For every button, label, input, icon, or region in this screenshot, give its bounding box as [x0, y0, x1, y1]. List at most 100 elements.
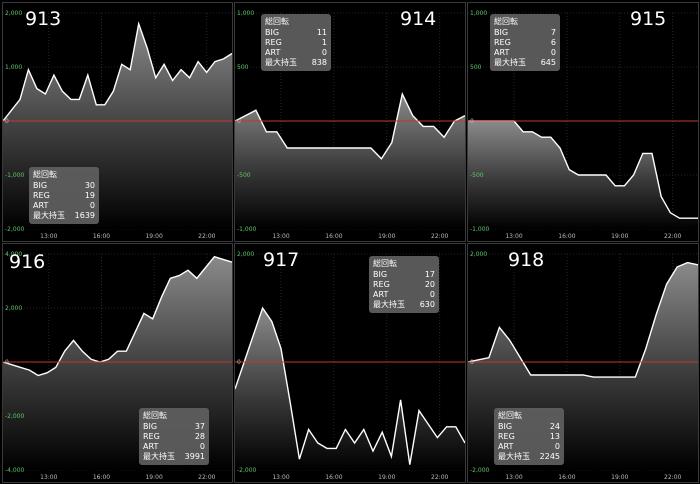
stats-value: 24: [549, 422, 560, 431]
y-tick-label: -2,000: [5, 413, 25, 420]
machine-number: 917: [263, 249, 300, 271]
x-tick-label: 13:00: [272, 233, 289, 240]
stats-row: BIG 17: [373, 270, 435, 280]
y-tick-label: -1,000: [5, 172, 25, 179]
x-tick-label: 19:00: [611, 474, 628, 481]
stats-value: 11: [316, 28, 327, 37]
x-tick-label: 16:00: [325, 233, 342, 240]
x-tick-label: 13:00: [505, 233, 522, 240]
stats-row: ART 0: [373, 290, 435, 300]
machine-number: 914: [400, 8, 437, 30]
y-tick-label: 0: [470, 359, 474, 366]
stats-label: 最大持玉: [33, 211, 65, 220]
x-tick-label: 13:00: [40, 474, 57, 481]
stats-box: 総回転 BIG 11 REG 1 ART 0 最大持玉 838: [261, 14, 331, 71]
stats-row: ART 0: [494, 48, 556, 58]
chart-panel-914[interactable]: 1,000 500 0 -500 -1,000 13:00 16:00 19:00 22:00 9…: [234, 2, 466, 242]
stats-label: 最大持玉: [143, 452, 175, 461]
stats-value: 838: [311, 58, 327, 67]
stats-row: 最大持玉 1639: [33, 211, 95, 221]
stats-box: 総回転 BIG 37 REG 28 ART 0 最大持玉 3991: [139, 408, 209, 465]
x-tick-label: 13:00: [505, 474, 522, 481]
y-tick-label: -1,000: [237, 226, 257, 233]
y-tick-label: -2,000: [237, 467, 257, 474]
y-tick-label: 500: [470, 64, 482, 71]
stats-row: REG 19: [33, 191, 95, 201]
stats-value: 37: [194, 422, 205, 431]
stats-value: 13: [549, 432, 560, 441]
stats-label: 最大持玉: [494, 58, 526, 67]
stats-header: 総回転: [265, 17, 289, 26]
stats-label: BIG: [265, 28, 280, 37]
stats-label: BIG: [143, 422, 158, 431]
stats-box: 総回転 BIG 17 REG 20 ART 0 最大持玉 630: [369, 256, 439, 313]
stats-label: BIG: [494, 28, 509, 37]
stats-box: 総回転 BIG 24 REG 13 ART 0 最大持玉 2245: [494, 408, 564, 465]
stats-row: BIG 30: [33, 181, 95, 191]
stats-value: 1: [321, 38, 327, 47]
chart-panel-917[interactable]: 2,000 0 -2,000 13:00 16:00 19:00 22:00 917 総回転 BI…: [234, 243, 466, 483]
stats-header: 総回転: [498, 411, 522, 420]
stats-label: REG: [373, 280, 390, 289]
machine-number: 915: [630, 8, 667, 30]
x-tick-label: 19:00: [145, 474, 162, 481]
stats-label: BIG: [373, 270, 388, 279]
machine-number: 918: [508, 249, 545, 271]
x-tick-label: 22:00: [198, 474, 215, 481]
stats-label: ART: [143, 442, 159, 451]
stats-row: ART 0: [143, 442, 205, 452]
y-tick-label: 2,000: [237, 251, 254, 258]
y-tick-label: 2,000: [5, 305, 22, 312]
stats-value: 30: [84, 181, 95, 190]
y-tick-label: -500: [470, 172, 484, 179]
x-tick-label: 16:00: [558, 233, 575, 240]
stats-row: ART 0: [33, 201, 95, 211]
stats-value: 1639: [74, 211, 95, 220]
x-tick-label: 16:00: [558, 474, 575, 481]
stats-label: 最大持玉: [498, 452, 530, 461]
stats-row: 最大持玉 630: [373, 300, 435, 310]
chart-panel-918[interactable]: 2,000 0 -2,000 13:00 16:00 19:00 22:00 918 総回転 BI…: [467, 243, 699, 483]
x-tick-label: 22:00: [198, 233, 215, 240]
x-tick-label: 19:00: [611, 233, 628, 240]
stats-value: 3991: [184, 452, 205, 461]
stats-header: 総回転: [373, 259, 397, 268]
stats-row: 最大持玉 3991: [143, 452, 205, 462]
stats-label: REG: [265, 38, 282, 47]
stats-row: 最大持玉 645: [494, 58, 556, 68]
stats-label: REG: [498, 432, 515, 441]
stats-value: 0: [199, 442, 205, 451]
stats-row: REG 6: [494, 38, 556, 48]
stats-value: 630: [419, 300, 435, 309]
stats-label: 最大持玉: [373, 300, 405, 309]
stats-header: 総回転: [33, 170, 57, 179]
chart-panel-915[interactable]: 1,000 500 0 -500 -1,000 13:00 16:00 19:00 22:00 9…: [467, 2, 699, 242]
y-tick-label: 0: [237, 359, 241, 366]
x-tick-label: 13:00: [40, 233, 57, 240]
stats-value: 0: [89, 201, 95, 210]
stats-value: 17: [424, 270, 435, 279]
stats-box: 総回転 BIG 7 REG 6 ART 0 最大持玉 645: [490, 14, 560, 71]
stats-row: REG 1: [265, 38, 327, 48]
stats-label: ART: [498, 442, 514, 451]
stats-value: 645: [540, 58, 556, 67]
stats-row: ART 0: [265, 48, 327, 58]
y-tick-label: 0: [5, 359, 9, 366]
stats-label: REG: [33, 191, 50, 200]
stats-header: 総回転: [494, 17, 518, 26]
x-tick-label: 22:00: [431, 474, 448, 481]
stats-label: REG: [494, 38, 511, 47]
stats-value: 20: [424, 280, 435, 289]
stats-value: 7: [550, 28, 556, 37]
x-tick-label: 22:00: [664, 474, 681, 481]
stats-label: BIG: [498, 422, 513, 431]
x-tick-label: 22:00: [664, 233, 681, 240]
chart-panel-916[interactable]: 4,000 2,000 0 -2,000 -4,000 13:00 16:00 19:00 22…: [2, 243, 233, 483]
stats-label: ART: [265, 48, 281, 57]
y-tick-label: -4,000: [5, 467, 25, 474]
stats-row: BIG 24: [498, 422, 560, 432]
y-tick-label: 0: [5, 118, 9, 125]
chart-panel-913[interactable]: 2,000 1,000 0 -1,000 -2,000 13:00 16:00 19:00 22…: [2, 2, 233, 242]
x-tick-label: 22:00: [431, 233, 448, 240]
y-tick-label: 0: [470, 118, 474, 125]
